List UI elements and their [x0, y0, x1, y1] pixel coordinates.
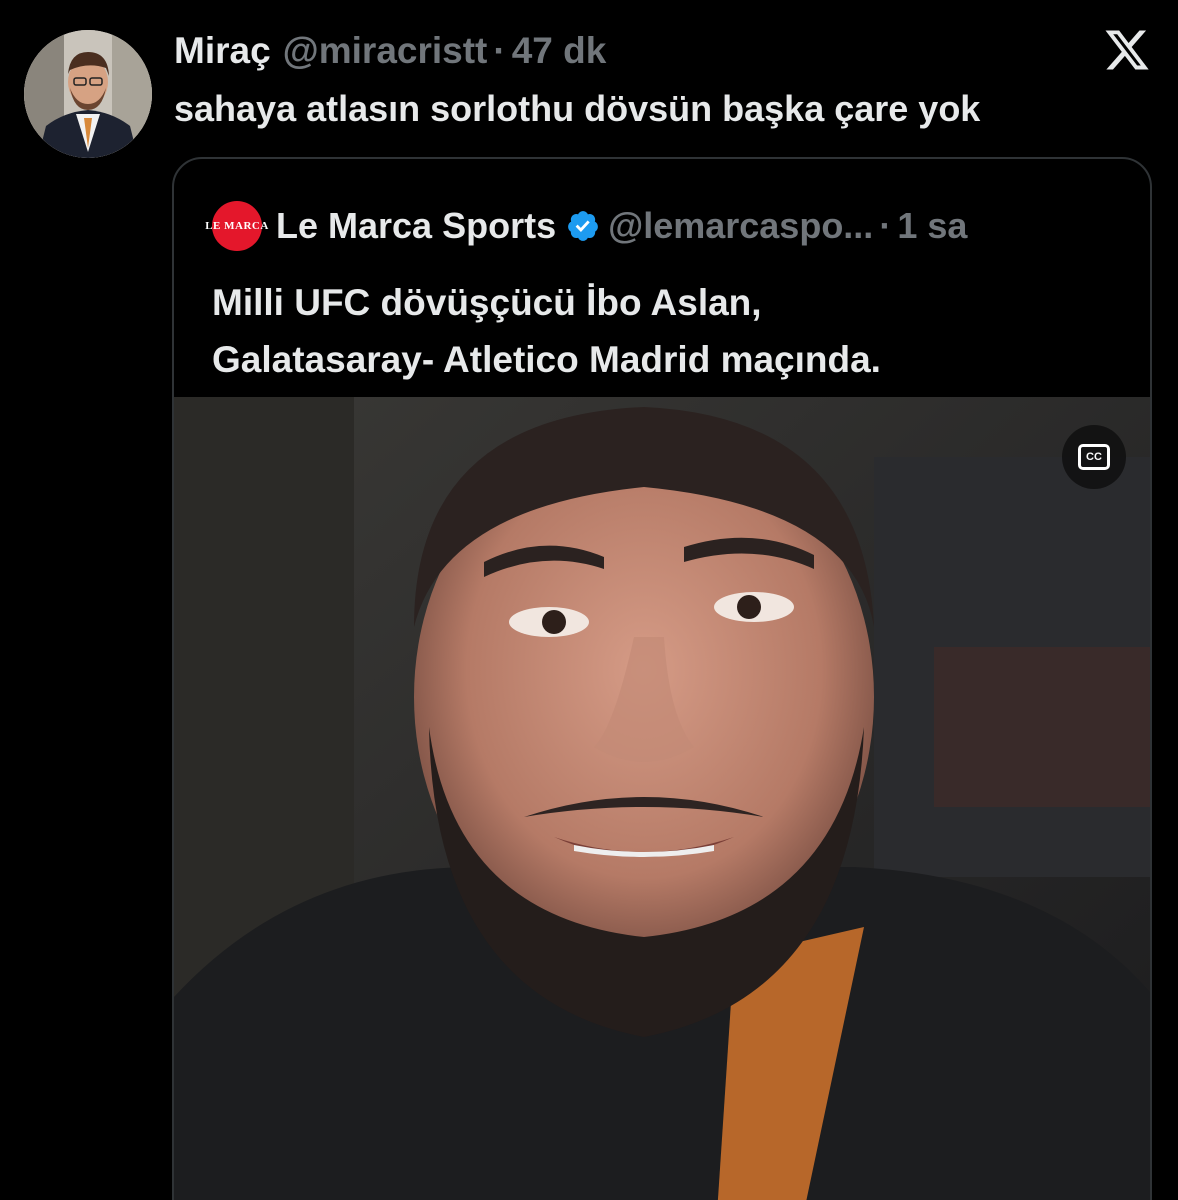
video-player[interactable] — [174, 397, 1150, 1200]
video-frame — [174, 397, 1150, 1200]
quoted-author-handle[interactable]: @lemarcaspo... — [608, 205, 873, 247]
lemarca-logo-text: LE MARCA — [205, 220, 269, 232]
tweet-time[interactable]: 47 dk — [512, 30, 607, 72]
author-handle[interactable]: @miracristt — [283, 30, 488, 72]
closed-captions-icon: CC — [1078, 444, 1110, 470]
quoted-tweet-text: Milli UFC dövüşçücü İbo Aslan, Galatasar… — [212, 274, 1132, 388]
lemarca-logo-icon[interactable]: LE MARCA — [205, 201, 268, 251]
quoted-tweet-card[interactable]: LE MARCA Le Marca Sports @lemarcaspo... … — [172, 157, 1152, 1200]
tweet-header: Miraç @miracristt · 47 dk — [174, 30, 606, 74]
cc-label: CC — [1086, 451, 1102, 463]
x-logo-icon[interactable] — [1103, 26, 1151, 74]
quoted-tweet-time[interactable]: 1 sa — [897, 205, 967, 247]
closed-captions-button[interactable]: CC — [1062, 425, 1126, 489]
quoted-text-line-2: Galatasaray- Atletico Madrid maçında. — [212, 339, 881, 380]
quoted-author-name[interactable]: Le Marca Sports — [276, 205, 556, 247]
separator-dot: · — [493, 30, 506, 71]
quoted-tweet-header: LE MARCA Le Marca Sports @lemarcaspo... … — [205, 201, 967, 251]
quoted-text-line-1: Milli UFC dövüşçücü İbo Aslan, — [212, 282, 762, 323]
author-avatar[interactable] — [24, 30, 152, 158]
tweet-page: Miraç @miracristt · 47 dk sahaya atlasın… — [0, 0, 1178, 1200]
quoted-separator-dot: · — [879, 205, 892, 246]
tweet-text: sahaya atlasın sorlothu dövsün başka çar… — [174, 88, 981, 129]
author-name[interactable]: Miraç — [174, 30, 271, 72]
person-avatar-icon — [24, 30, 152, 158]
verified-badge-icon — [568, 211, 598, 241]
